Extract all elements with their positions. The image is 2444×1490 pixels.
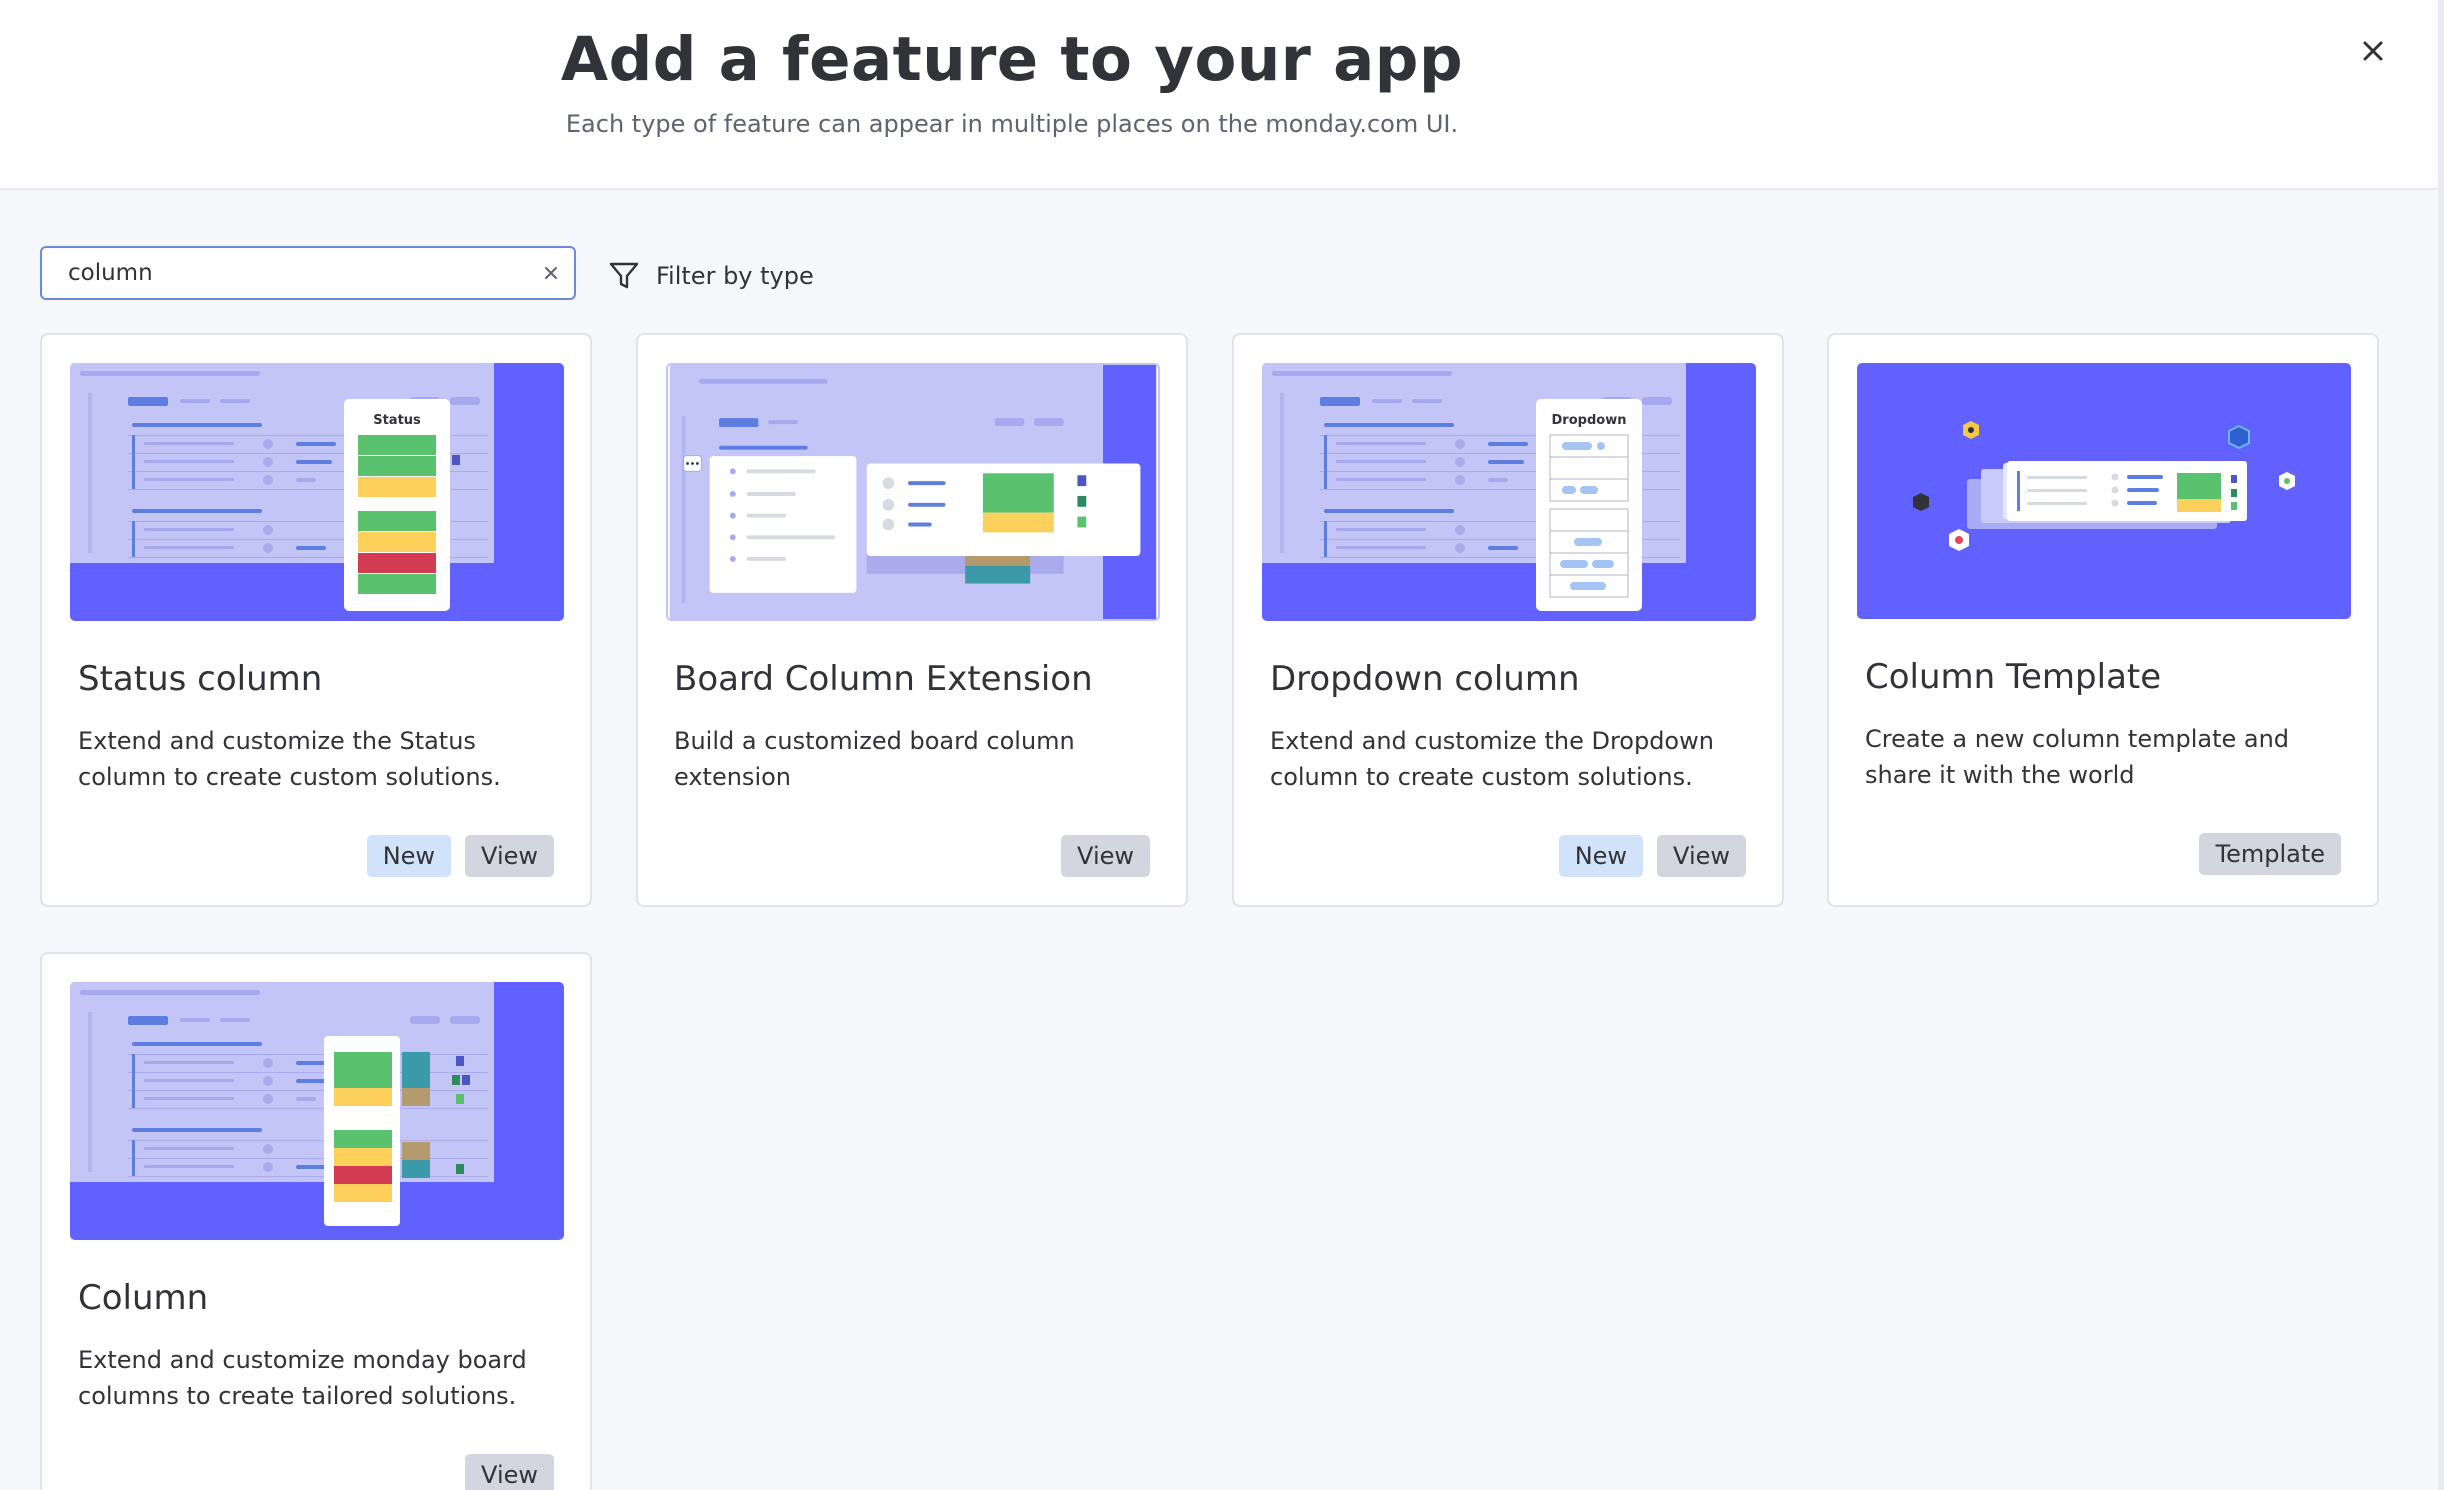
view-button[interactable]: View	[465, 1454, 554, 1490]
feature-card-status-column[interactable]: Status Status column Extend and customiz…	[40, 333, 592, 907]
feature-card-column-template[interactable]: Column Template Create a new column temp…	[1827, 333, 2379, 907]
view-button[interactable]: View	[1657, 835, 1746, 877]
clear-icon	[545, 267, 557, 279]
card-description: Extend and customize the Status column t…	[78, 727, 501, 791]
view-button[interactable]: View	[1061, 835, 1150, 877]
card-badges: New View	[366, 835, 554, 877]
template-button[interactable]: Template	[2199, 833, 2341, 875]
dialog-subtitle: Each type of feature can appear in multi…	[565, 110, 1459, 138]
card-description: Extend and customize the Dropdown column…	[1270, 727, 1714, 791]
card-description: Extend and customize monday board column…	[78, 1346, 527, 1410]
features-panel: Filter by type Status Status column Exte…	[0, 190, 2438, 1490]
dropdown-preview-label: Dropdown	[1552, 413, 1627, 428]
feature-card-dropdown-column[interactable]: Dropdown Dropdown column Extend and cust…	[1232, 333, 1784, 907]
feature-card-column[interactable]: Column Extend and customize monday board…	[40, 952, 592, 1490]
filter-by-type-button[interactable]: Filter by type	[608, 254, 814, 298]
view-button[interactable]: View	[465, 835, 554, 877]
new-button[interactable]: New	[366, 835, 452, 877]
card-badges: New View	[1558, 835, 1746, 877]
card-title: Board Column Extension	[674, 659, 1093, 699]
search-field[interactable]	[40, 246, 576, 300]
status-column-preview: Status	[70, 363, 564, 621]
search-input[interactable]	[68, 248, 508, 298]
close-icon	[2363, 41, 2383, 61]
column-preview	[70, 982, 564, 1240]
new-button[interactable]: New	[1558, 835, 1644, 877]
filter-label: Filter by type	[656, 262, 814, 290]
column-template-preview	[1857, 363, 2351, 619]
status-preview-label: Status	[373, 413, 421, 428]
card-title: Column	[78, 1278, 209, 1318]
card-badges: Template	[2199, 833, 2341, 875]
filter-icon	[609, 262, 639, 289]
board-column-extension-preview	[666, 363, 1160, 621]
card-description: Build a customized board column extensio…	[674, 727, 1075, 791]
page-edge	[2438, 0, 2444, 1490]
dialog-title: Add a feature to your app	[560, 24, 1464, 95]
card-title: Dropdown column	[1270, 659, 1580, 699]
card-description: Create a new column template and share i…	[1865, 725, 2290, 789]
card-title: Status column	[78, 659, 323, 699]
card-title: Column Template	[1865, 657, 2162, 697]
card-badges: View	[465, 1454, 554, 1490]
dropdown-column-preview: Dropdown	[1262, 363, 1756, 621]
search-clear-button[interactable]	[538, 260, 564, 286]
close-button[interactable]	[2350, 28, 2396, 74]
card-badges: View	[1061, 835, 1150, 877]
feature-card-board-column-extension[interactable]: Board Column Extension Build a customize…	[636, 333, 1188, 907]
dialog-header: Add a feature to your app Each type of f…	[0, 0, 2438, 190]
